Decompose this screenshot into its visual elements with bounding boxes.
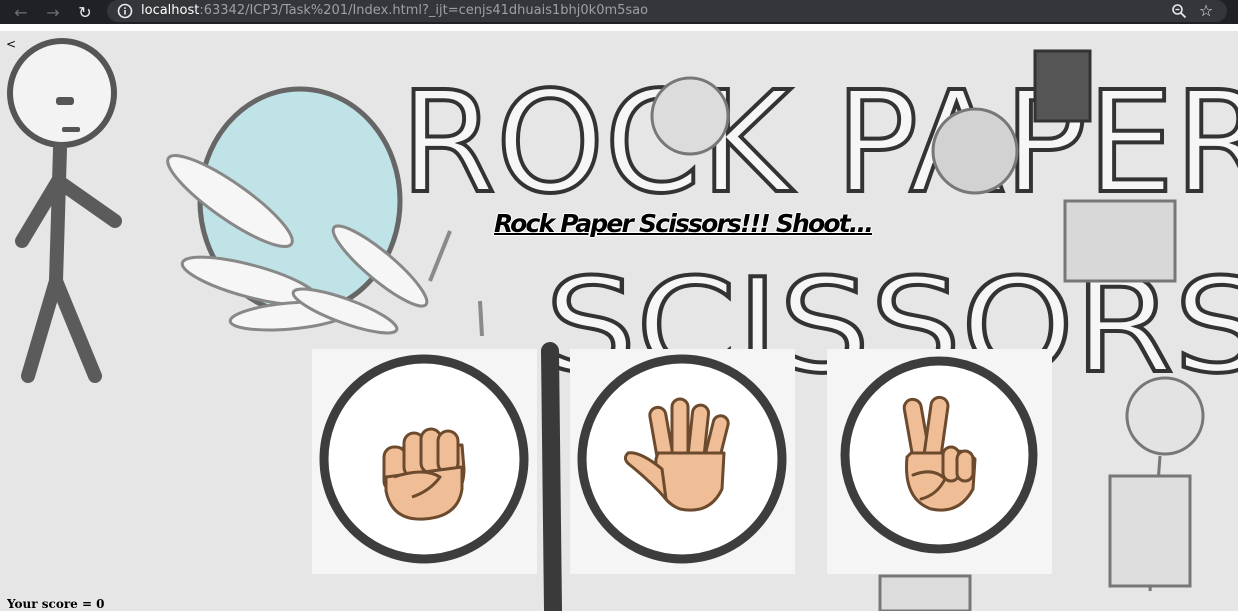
back-arrow-icon[interactable]: ← [8, 0, 34, 24]
rock-button[interactable] [312, 349, 537, 574]
reload-icon[interactable]: ↻ [72, 0, 98, 24]
zoom-icon[interactable] [1171, 3, 1187, 19]
paper-open-hand-icon [577, 354, 787, 564]
bookmark-star-icon[interactable]: ☆ [1197, 1, 1215, 21]
url-host: localhost [141, 3, 200, 18]
info-icon[interactable] [117, 3, 133, 19]
scissors-peace-hand-icon [840, 356, 1038, 554]
scissors-button[interactable] [827, 349, 1052, 574]
url-text[interactable]: localhost:63342/ICP3/Task%201/Index.html… [141, 3, 648, 19]
page-viewport: ROCK PAPER SCISSORS < Rock Paper Scissor… [0, 31, 1238, 611]
back-link[interactable]: < [6, 37, 16, 51]
browser-toolbar: ← → ↻ localhost:63342/ICP3/Task%201/Inde… [0, 0, 1238, 24]
paper-button[interactable] [570, 349, 795, 574]
forward-arrow-icon[interactable]: → [40, 0, 66, 24]
rock-fist-icon [319, 354, 529, 564]
score-label: Your score = 0 [7, 597, 105, 611]
address-bar[interactable]: localhost:63342/ICP3/Task%201/Index.html… [107, 0, 1227, 22]
page-title: Rock Paper Scissors!!! Shoot... [493, 209, 874, 238]
url-path: :63342/ICP3/Task%201/Index.html?_ijt=cen… [199, 3, 649, 18]
